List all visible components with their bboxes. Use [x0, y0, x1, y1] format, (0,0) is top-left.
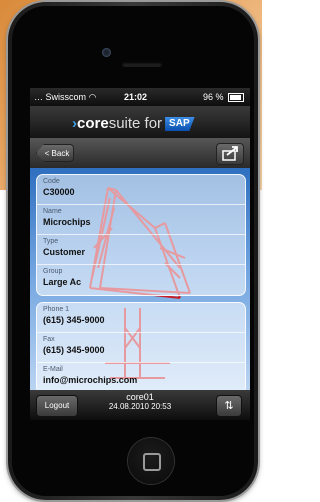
home-square-icon: [143, 453, 161, 471]
navigation-bar: < Back: [30, 138, 250, 169]
detail-content: Code C30000 Name Microchips Type Custome…: [30, 168, 250, 390]
front-camera: [102, 48, 111, 57]
share-icon: [222, 146, 238, 161]
phone-screen: … Swisscom ◠ 21:02 96 % ›coresuite for SA…: [30, 88, 250, 420]
user-name: core01: [126, 392, 154, 402]
field-row-fax[interactable]: Fax (615) 345-9000: [37, 333, 245, 363]
carrier-label: … Swisscom ◠: [34, 92, 97, 102]
field-row-phone[interactable]: Phone 1 (615) 345-9000: [37, 303, 245, 333]
field-row-type[interactable]: Type Customer: [37, 235, 245, 265]
session-info: core01 24.08.2010 20:53: [90, 392, 190, 412]
back-button[interactable]: < Back: [36, 144, 74, 162]
sync-button[interactable]: ⇅: [216, 395, 242, 417]
field-row-group[interactable]: Group Large Ac: [37, 265, 245, 295]
last-sync-timestamp: 24.08.2010 20:53: [108, 402, 172, 411]
logout-button[interactable]: Logout: [36, 395, 78, 417]
share-button[interactable]: [216, 143, 244, 165]
brand-header: ›coresuite for SAP: [30, 106, 250, 138]
app-logo: ›coresuite for SAP: [72, 115, 195, 132]
battery-icon: [228, 93, 244, 103]
earpiece-speaker: [122, 62, 162, 67]
contact-info-group: Phone 1 (615) 345-9000 Fax (615) 345-900…: [36, 302, 246, 390]
sap-logo: SAP: [165, 117, 195, 131]
sync-icon: ⇅: [224, 400, 234, 412]
field-row-code[interactable]: Code C30000: [37, 175, 245, 205]
wifi-icon: ◠: [88, 92, 97, 102]
status-bar: … Swisscom ◠ 21:02 96 %: [30, 88, 250, 106]
bottom-toolbar: Logout core01 24.08.2010 20:53 ⇅: [30, 390, 250, 420]
account-info-group: Code C30000 Name Microchips Type Custome…: [36, 174, 246, 296]
battery-status: 96 %: [203, 92, 244, 103]
signal-icon: …: [34, 92, 43, 102]
clock: 21:02: [124, 92, 148, 102]
home-button[interactable]: [128, 438, 174, 484]
field-row-email[interactable]: E-Mail info@microchips.com: [37, 363, 245, 390]
field-row-name[interactable]: Name Microchips: [37, 205, 245, 235]
